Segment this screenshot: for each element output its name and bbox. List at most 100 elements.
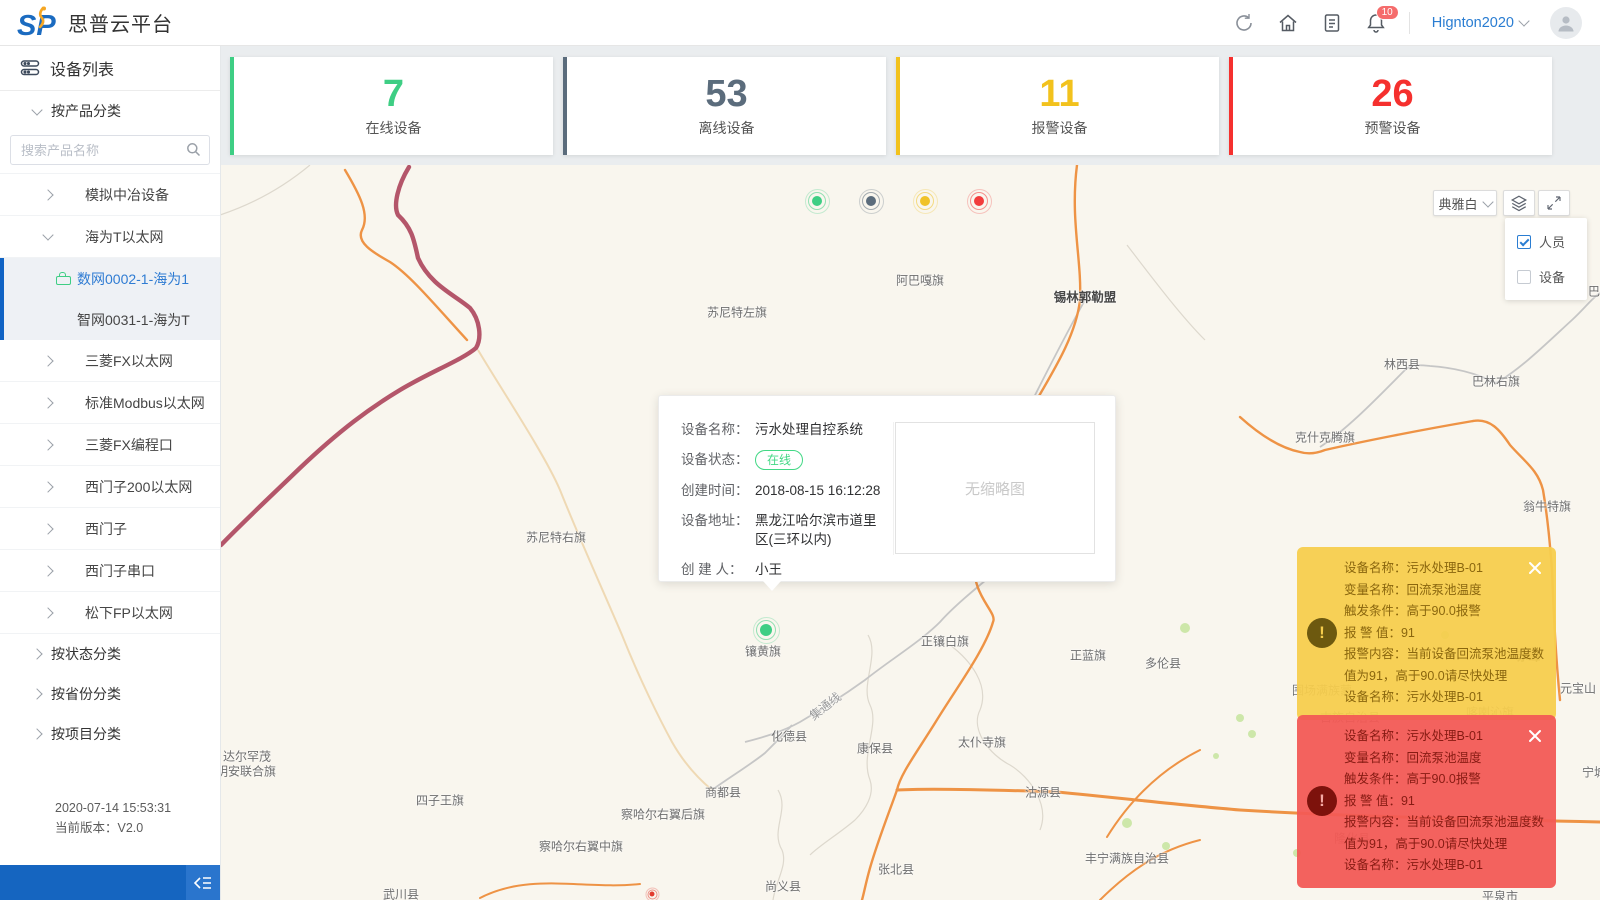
- layer-checkbox-row[interactable]: 设备: [1505, 259, 1587, 294]
- toast-line: 报警内容：当前设备回流泵池温度数值为91，高于90.0请尽快处理: [1344, 812, 1544, 855]
- product-search: [10, 135, 210, 165]
- close-icon[interactable]: [1528, 729, 1542, 743]
- sidebar-bottom-bar: [0, 865, 220, 900]
- field-label: 设备状态：: [681, 450, 755, 470]
- stat-card[interactable]: 26 预警设备: [1229, 57, 1552, 155]
- tree-item-label: 西门子: [85, 519, 127, 539]
- sidebar-item-label: 按产品分类: [51, 101, 121, 121]
- tree-item-label: 三菱FX以太网: [85, 351, 173, 371]
- layer-label: 人员: [1539, 232, 1565, 251]
- device-address-value: 黑龙江哈尔滨市道里区(三环以内): [755, 511, 881, 549]
- search-icon: [186, 142, 201, 157]
- toast-line: 设备名称：污水处理B-01: [1344, 687, 1544, 709]
- toast-line: 报警内容：当前设备回流泵池温度数值为91，高于90.0请尽快处理: [1344, 644, 1544, 687]
- chevron-down-icon: [1518, 15, 1529, 26]
- chevron-right-icon: [31, 688, 42, 699]
- tree-item[interactable]: 标准Modbus以太网: [0, 382, 220, 424]
- stat-label: 报警设备: [1032, 118, 1088, 138]
- checkbox-icon: [1517, 270, 1531, 284]
- fullscreen-icon: [1546, 195, 1562, 211]
- sidebar-item-label: 按项目分类: [51, 724, 121, 744]
- chevron-icon: [42, 189, 53, 200]
- field-label: 设备地址：: [681, 511, 755, 549]
- tree-item-label: 松下FP以太网: [85, 603, 173, 623]
- tree-item[interactable]: 模拟中冶设备: [0, 174, 220, 216]
- tree-item[interactable]: 三菱FX以太网: [0, 340, 220, 382]
- tree-item[interactable]: 松下FP以太网: [0, 592, 220, 634]
- chevron-icon: [42, 229, 53, 240]
- tree-item-label: 数网0002-1-海为1: [77, 269, 189, 289]
- stat-card[interactable]: 7 在线设备: [230, 57, 553, 155]
- collapse-icon: [192, 874, 214, 892]
- map-style-selector[interactable]: 典雅白: [1433, 190, 1497, 216]
- refresh-icon[interactable]: [1233, 12, 1255, 34]
- layer-panel: 人员 设备: [1505, 218, 1587, 300]
- username-label: Hignton2020: [1432, 15, 1514, 31]
- sidebar: 设备列表 按产品分类 模拟中冶设备 海为T以太网: [0, 45, 221, 900]
- chevron-icon: [42, 397, 53, 408]
- device-info-popup: 设备名称： 污水处理自控系统 设备状态： 在线 创建时间： 2018-08-15…: [658, 395, 1116, 582]
- legend-marker-icon: [920, 196, 930, 206]
- legend-marker-icon: [812, 196, 822, 206]
- device-marker-icon[interactable]: [760, 624, 772, 636]
- tree-item[interactable]: 海为T以太网: [0, 216, 220, 258]
- sidebar-item-label: 按状态分类: [51, 644, 121, 664]
- chevron-right-icon: [31, 648, 42, 659]
- sidebar-category-item[interactable]: 按项目分类: [0, 714, 220, 754]
- sidebar-category-item[interactable]: 按状态分类: [0, 634, 220, 674]
- toast-line: 触发条件：高于90.0报警: [1344, 769, 1544, 791]
- current-time: 2020-07-14 15:53:31: [55, 798, 171, 818]
- alert-marker-icon[interactable]: [650, 892, 655, 897]
- field-label: 创 建 人：: [681, 560, 755, 579]
- chevron-down-icon: [31, 104, 42, 115]
- tree-item-label: 海为T以太网: [85, 227, 164, 247]
- sidebar-category-item[interactable]: 按省份分类: [0, 674, 220, 714]
- toast-line: 报 警 值：91: [1344, 791, 1544, 813]
- tree-item-label: 智网0031-1-海为T: [77, 310, 190, 330]
- stat-card[interactable]: 11 报警设备: [896, 57, 1219, 155]
- user-menu[interactable]: Hignton2020: [1432, 15, 1528, 31]
- stat-label: 离线设备: [699, 118, 755, 138]
- tree-item-label: 西门子串口: [85, 561, 155, 581]
- layers-icon: [1510, 194, 1528, 212]
- chevron-icon: [42, 439, 53, 450]
- collapse-sidebar-button[interactable]: [186, 865, 220, 900]
- stat-cards: 7 在线设备 53 离线设备 11 报警设备 26 预警设备: [230, 57, 1552, 155]
- chevron-icon: [42, 565, 53, 576]
- tree-item[interactable]: 三菱FX编程口: [0, 424, 220, 466]
- creator-value: 小王: [755, 560, 881, 579]
- tree-item[interactable]: 西门子200以太网: [0, 466, 220, 508]
- chevron-icon: [42, 355, 53, 366]
- fullscreen-button[interactable]: [1538, 190, 1570, 216]
- tree-item[interactable]: 数网0002-1-海为1: [0, 258, 220, 299]
- field-label: 设备名称：: [681, 420, 755, 439]
- close-icon[interactable]: [1528, 561, 1542, 575]
- logo-text: SP: [17, 10, 56, 40]
- alert-icon: !: [1307, 618, 1337, 648]
- layers-button[interactable]: [1503, 190, 1535, 216]
- layer-label: 设备: [1539, 267, 1565, 286]
- tree-item-label: 模拟中冶设备: [85, 185, 169, 205]
- map[interactable]: 阿巴嘎旗苏尼特左旗锡林郭勒盟巴林左旗林西县巴林右旗克什克腾旗翁牛特旗苏尼特右旗镶…: [220, 165, 1600, 900]
- app-header: SP 思普云平台 10: [0, 0, 1600, 46]
- product-tree: 模拟中冶设备 海为T以太网 数网0002-1-海为1 智网0031-1-海为T: [0, 173, 220, 634]
- sidebar-title: 设备列表: [0, 45, 220, 91]
- chevron-icon: [42, 481, 53, 492]
- category-roots: 按状态分类 按省份分类 按项目分类: [0, 634, 220, 754]
- tree-item[interactable]: 西门子: [0, 508, 220, 550]
- tree-item-label: 标准Modbus以太网: [85, 393, 205, 413]
- logo: SP: [16, 6, 60, 40]
- stat-card[interactable]: 53 离线设备: [563, 57, 886, 155]
- version-label: 当前版本：V2.0: [55, 818, 171, 838]
- layer-checkbox-row[interactable]: 人员: [1505, 224, 1587, 259]
- document-icon[interactable]: [1321, 12, 1343, 34]
- tree-item[interactable]: 智网0031-1-海为T: [0, 299, 220, 340]
- tree-item[interactable]: 西门子串口: [0, 550, 220, 592]
- avatar[interactable]: [1550, 7, 1582, 39]
- home-icon[interactable]: [1277, 12, 1299, 34]
- search-input[interactable]: [10, 135, 210, 165]
- device-icon: [56, 273, 71, 285]
- stat-value: 11: [1039, 74, 1079, 114]
- notification-bell-icon[interactable]: 10: [1365, 12, 1387, 34]
- sidebar-item-by-product[interactable]: 按产品分类: [0, 91, 220, 131]
